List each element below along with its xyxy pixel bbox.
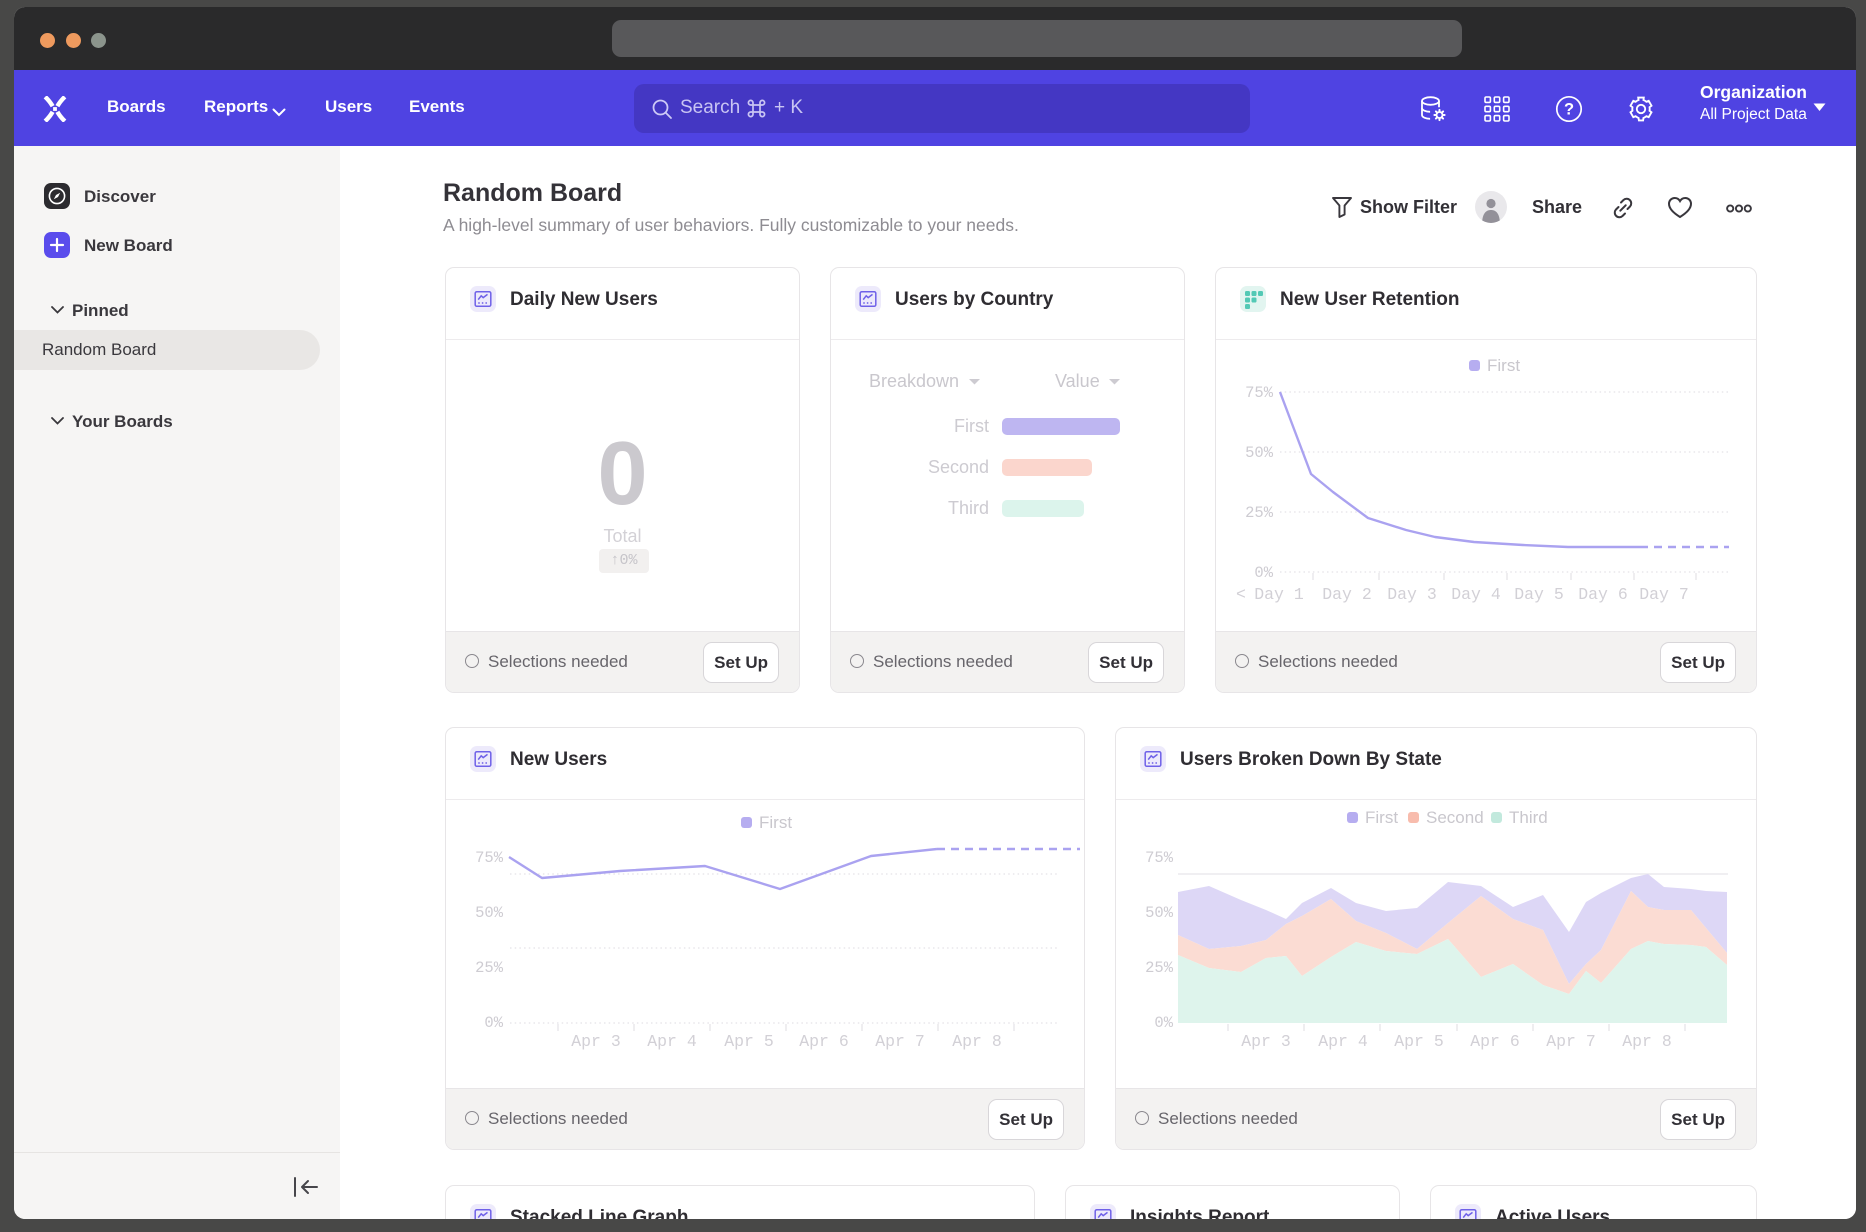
svg-text:Apr 8: Apr 8 <box>952 1032 1002 1051</box>
svg-text:75%: 75% <box>1145 849 1174 867</box>
svg-text:First: First <box>1365 808 1398 827</box>
svg-text:50%: 50% <box>475 904 504 922</box>
svg-text:Apr 4: Apr 4 <box>647 1032 697 1051</box>
svg-text:Day 5: Day 5 <box>1514 585 1564 604</box>
svg-text:0%: 0% <box>1154 1014 1173 1032</box>
svg-text:Day 2: Day 2 <box>1322 585 1372 604</box>
svg-text:Apr 5: Apr 5 <box>1394 1032 1444 1051</box>
svg-text:0%: 0% <box>484 1014 503 1032</box>
svg-text:Day 1: Day 1 <box>1254 585 1304 604</box>
svg-text:Day 3: Day 3 <box>1387 585 1437 604</box>
svg-text:Third: Third <box>1509 808 1548 827</box>
svg-text:0%: 0% <box>1254 564 1273 582</box>
svg-text:Apr 6: Apr 6 <box>799 1032 849 1051</box>
svg-text:Second: Second <box>1426 808 1484 827</box>
svg-text:Apr 7: Apr 7 <box>875 1032 925 1051</box>
svg-text:?: ? <box>1564 101 1574 119</box>
svg-text:50%: 50% <box>1145 904 1174 922</box>
svg-text:25%: 25% <box>1245 504 1274 522</box>
svg-text:75%: 75% <box>1245 384 1274 402</box>
svg-text:Day 7: Day 7 <box>1639 585 1689 604</box>
svg-text:Apr 3: Apr 3 <box>571 1032 621 1051</box>
svg-text:Apr 7: Apr 7 <box>1546 1032 1596 1051</box>
svg-text:Apr 5: Apr 5 <box>724 1032 774 1051</box>
svg-text:Apr 3: Apr 3 <box>1241 1032 1291 1051</box>
svg-text:First: First <box>1487 356 1520 375</box>
svg-text:Apr 4: Apr 4 <box>1318 1032 1368 1051</box>
svg-text:Apr 6: Apr 6 <box>1470 1032 1520 1051</box>
svg-text:25%: 25% <box>475 959 504 977</box>
svg-text:First: First <box>759 813 792 832</box>
svg-text:Day 4: Day 4 <box>1451 585 1501 604</box>
svg-text:Day 6: Day 6 <box>1578 585 1628 604</box>
svg-text:50%: 50% <box>1245 444 1274 462</box>
svg-text:25%: 25% <box>1145 959 1174 977</box>
svg-text:<: < <box>1236 585 1246 604</box>
svg-text:75%: 75% <box>475 849 504 867</box>
svg-text:Apr 8: Apr 8 <box>1622 1032 1672 1051</box>
